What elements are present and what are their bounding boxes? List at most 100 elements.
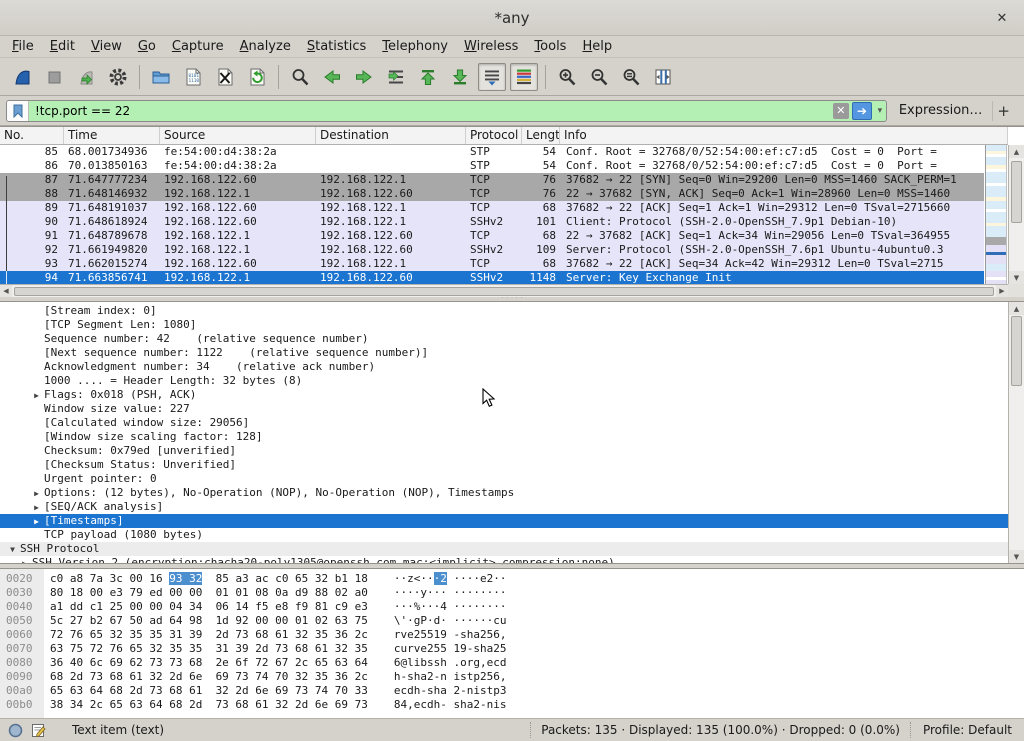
filter-add-button[interactable]: + bbox=[992, 101, 1018, 121]
expert-info-icon[interactable] bbox=[8, 723, 23, 738]
go-to-packet-button[interactable] bbox=[382, 63, 410, 91]
detail-line[interactable]: [Calculated window size: 29056] bbox=[0, 416, 1008, 430]
packet-minimap[interactable] bbox=[985, 145, 1007, 284]
scroll-thumb[interactable] bbox=[14, 287, 994, 296]
detail-line[interactable]: ▶[SEQ/ACK analysis] bbox=[0, 500, 1008, 514]
hex-ascii[interactable]: \'·gP·d· ······cu bbox=[394, 614, 507, 628]
packet-row[interactable]: 9171.648789678192.168.122.1192.168.122.6… bbox=[0, 229, 984, 243]
go-last-packet-button[interactable] bbox=[446, 63, 474, 91]
hex-row[interactable]: 003080 18 00 e3 79 ed 00 00 01 01 08 0a … bbox=[0, 586, 1024, 600]
start-capture-button[interactable] bbox=[8, 63, 36, 91]
menu-statistics[interactable]: Statistics bbox=[299, 38, 374, 55]
detail-line[interactable]: Window size value: 227 bbox=[0, 402, 1008, 416]
packet-row[interactable]: 9371.662015274192.168.122.60192.168.122.… bbox=[0, 257, 984, 271]
filter-bookmark-icon[interactable] bbox=[7, 101, 29, 121]
close-file-button[interactable] bbox=[211, 63, 239, 91]
hex-row[interactable]: 00505c 27 b2 67 50 ad 64 98 1d 92 00 00 … bbox=[0, 614, 1024, 628]
stop-capture-button[interactable] bbox=[40, 63, 68, 91]
detail-line[interactable]: Acknowledgment number: 34 (relative ack … bbox=[0, 360, 1008, 374]
column-header-protocol[interactable]: Protocol bbox=[466, 127, 522, 144]
detail-line[interactable]: Checksum: 0x79ed [unverified] bbox=[0, 444, 1008, 458]
hex-bytes[interactable]: 72 76 65 32 35 35 31 39 2d 73 68 61 32 3… bbox=[50, 628, 368, 642]
detail-line-selected[interactable]: ▶[Timestamps] bbox=[0, 514, 1008, 528]
packet-list-vscrollbar[interactable]: ▲ ▼ bbox=[1008, 145, 1024, 284]
hex-bytes[interactable]: 36 40 6c 69 62 73 73 68 2e 6f 72 67 2c 6… bbox=[50, 656, 368, 670]
packet-row[interactable]: 9271.661949820192.168.122.1192.168.122.6… bbox=[0, 243, 984, 257]
reload-file-button[interactable] bbox=[243, 63, 271, 91]
detail-line[interactable]: [TCP Segment Len: 1080] bbox=[0, 318, 1008, 332]
detail-line[interactable]: [Window size scaling factor: 128] bbox=[0, 430, 1008, 444]
packet-row-selected[interactable]: 9471.663856741192.168.122.1192.168.122.6… bbox=[0, 271, 984, 284]
capture-options-button[interactable] bbox=[104, 63, 132, 91]
menu-go[interactable]: Go bbox=[130, 38, 164, 55]
go-back-button[interactable] bbox=[318, 63, 346, 91]
scroll-thumb[interactable] bbox=[1011, 316, 1022, 386]
packet-list-hscrollbar[interactable]: ◀ ▶ bbox=[0, 284, 1008, 297]
column-header-info[interactable]: Info bbox=[560, 127, 1008, 144]
detail-line[interactable]: ▶SSH Version 2 (encryption:chacha20-poly… bbox=[0, 556, 1008, 564]
scroll-left-icon[interactable]: ◀ bbox=[0, 285, 12, 297]
packet-row[interactable]: 8670.013850163fe:54:00:d4:38:2aSTP54Conf… bbox=[0, 159, 984, 173]
hex-bytes[interactable]: 65 63 64 68 2d 73 68 61 32 2d 6e 69 73 7… bbox=[50, 684, 368, 698]
column-header-length[interactable]: Length bbox=[522, 127, 560, 144]
hex-row[interactable]: 009068 2d 73 68 61 32 2d 6e 69 73 74 70 … bbox=[0, 670, 1024, 684]
scroll-thumb[interactable] bbox=[1011, 161, 1022, 223]
packet-row[interactable]: 8771.647777234192.168.122.60192.168.122.… bbox=[0, 173, 984, 187]
hex-ascii[interactable]: curve255 19-sha25 bbox=[394, 642, 507, 656]
hex-bytes[interactable]: 5c 27 b2 67 50 ad 64 98 1d 92 00 00 01 0… bbox=[50, 614, 368, 628]
hex-bytes[interactable]: a1 dd c1 25 00 00 04 34 06 14 f5 e8 f9 8… bbox=[50, 600, 368, 614]
packet-row[interactable]: 8568.001734936fe:54:00:d4:38:2aSTP54Conf… bbox=[0, 145, 984, 159]
detail-line[interactable]: TCP payload (1080 bytes) bbox=[0, 528, 1008, 542]
collapsed-arrow-icon[interactable]: ▶ bbox=[29, 514, 44, 528]
colorize-packets-button[interactable] bbox=[510, 63, 538, 91]
capture-comment-icon[interactable] bbox=[31, 723, 46, 738]
menu-tools[interactable]: Tools bbox=[526, 38, 574, 55]
resize-columns-button[interactable] bbox=[649, 63, 677, 91]
find-packet-button[interactable] bbox=[286, 63, 314, 91]
hex-ascii[interactable]: ··z<···2 ····e2·· bbox=[394, 572, 507, 586]
menu-help[interactable]: Help bbox=[574, 38, 620, 55]
menu-analyze[interactable]: Analyze bbox=[232, 38, 299, 55]
detail-line[interactable]: ▶Options: (12 bytes), No-Operation (NOP)… bbox=[0, 486, 1008, 500]
zoom-out-button[interactable] bbox=[585, 63, 613, 91]
detail-line[interactable]: Urgent pointer: 0 bbox=[0, 472, 1008, 486]
detail-line[interactable]: [Next sequence number: 1122 (relative se… bbox=[0, 346, 1008, 360]
hex-bytes[interactable]: 63 75 72 76 65 32 35 35 31 39 2d 73 68 6… bbox=[50, 642, 368, 656]
menu-edit[interactable]: Edit bbox=[42, 38, 83, 55]
hex-row[interactable]: 00b038 34 2c 65 63 64 68 2d 73 68 61 32 … bbox=[0, 698, 1024, 712]
hex-row[interactable]: 006072 76 65 32 35 35 31 39 2d 73 68 61 … bbox=[0, 628, 1024, 642]
column-header-destination[interactable]: Destination bbox=[316, 127, 466, 144]
detail-line[interactable]: 1000 .... = Header Length: 32 bytes (8) bbox=[0, 374, 1008, 388]
menu-file[interactable]: File bbox=[4, 38, 42, 55]
details-vscrollbar[interactable]: ▲ ▼ bbox=[1008, 302, 1024, 563]
display-filter-input[interactable]: !tcp.port == 22 ✕ ➔ ▾ bbox=[6, 100, 887, 122]
menu-telephony[interactable]: Telephony bbox=[374, 38, 456, 55]
filter-clear-icon[interactable]: ✕ bbox=[833, 103, 849, 119]
hex-ascii[interactable]: rve25519 -sha256, bbox=[394, 628, 507, 642]
menu-capture[interactable]: Capture bbox=[164, 38, 232, 55]
scroll-up-icon[interactable]: ▲ bbox=[1009, 145, 1024, 158]
hex-ascii[interactable]: 6@libssh .org,ecd bbox=[394, 656, 507, 670]
close-icon[interactable]: ✕ bbox=[992, 8, 1012, 28]
menu-view[interactable]: View bbox=[83, 38, 130, 55]
scroll-down-icon[interactable]: ▼ bbox=[1009, 550, 1024, 563]
menu-wireless[interactable]: Wireless bbox=[456, 38, 526, 55]
go-forward-button[interactable] bbox=[350, 63, 378, 91]
column-header-source[interactable]: Source bbox=[160, 127, 316, 144]
expression-button[interactable]: Expression… bbox=[887, 103, 993, 118]
collapsed-arrow-icon[interactable]: ▶ bbox=[29, 388, 44, 402]
hex-row[interactable]: 00a065 63 64 68 2d 73 68 61 32 2d 6e 69 … bbox=[0, 684, 1024, 698]
filter-apply-icon[interactable]: ➔ bbox=[852, 102, 872, 120]
collapsed-arrow-icon[interactable]: ▶ bbox=[29, 486, 44, 500]
hex-row[interactable]: 0040a1 dd c1 25 00 00 04 34 06 14 f5 e8 … bbox=[0, 600, 1024, 614]
hex-bytes[interactable]: 80 18 00 e3 79 ed 00 00 01 01 08 0a d9 8… bbox=[50, 586, 368, 600]
scroll-down-icon[interactable]: ▼ bbox=[1009, 271, 1024, 284]
packet-row[interactable]: 9071.648618924192.168.122.60192.168.122.… bbox=[0, 215, 984, 229]
filter-expression-text[interactable]: !tcp.port == 22 bbox=[29, 104, 833, 118]
hex-ascii[interactable]: ···%···4 ········ bbox=[394, 600, 507, 614]
auto-scroll-button[interactable] bbox=[478, 63, 506, 91]
save-file-button[interactable]: 01011110 bbox=[179, 63, 207, 91]
zoom-normal-button[interactable] bbox=[617, 63, 645, 91]
packet-row[interactable]: 8971.648191037192.168.122.60192.168.122.… bbox=[0, 201, 984, 215]
detail-line[interactable]: [Checksum Status: Unverified] bbox=[0, 458, 1008, 472]
